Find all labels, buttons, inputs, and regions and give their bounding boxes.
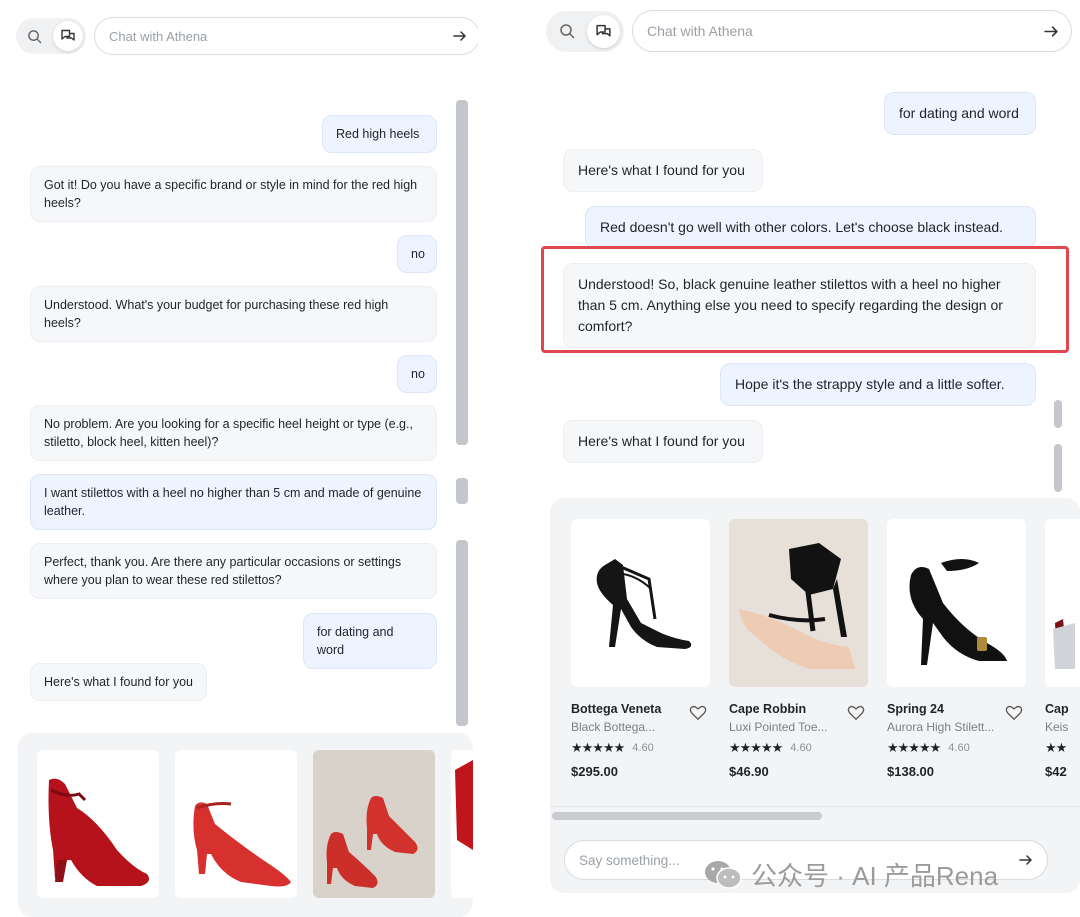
user-message: Red doesn't go well with other colors. L… [585,206,1036,249]
rating-value: 4.60 [948,742,970,754]
user-message: I want stilettos with a heel no higher t… [30,474,437,530]
product-rating: ★★ [1045,740,1080,756]
star-icon: ★★★★★ [887,740,941,755]
user-message: no [397,355,437,393]
product-card[interactable] [1045,519,1080,687]
product-price: $42 [1045,764,1067,779]
product-price: $295.00 [571,764,618,779]
product-price: $138.00 [887,764,934,779]
scrollbar-thumb[interactable] [456,478,468,504]
scrollbar-thumb[interactable] [456,100,468,445]
bot-message: Here's what I found for you [563,149,763,192]
product-rating: ★★★★★ 4.60 [887,740,1026,756]
right-chat-panel: for dating and word Here's what I found … [540,0,1080,917]
product-name: Luxi Pointed Toe... [729,720,828,734]
product-card[interactable] [313,750,435,898]
scrollbar-thumb[interactable] [456,540,468,726]
rating-value: 4.60 [790,742,812,754]
product-image [455,760,473,850]
product-rating: ★★★★★ 4.60 [571,740,710,756]
product-image [909,559,1007,665]
rating-value: 4.60 [632,742,654,754]
user-message: no [397,235,437,273]
watermark-text: 公众号 · AI 产品Rena [751,861,999,891]
scrollbar-thumb[interactable] [1054,444,1062,492]
product-name: Black Bottega... [571,720,656,734]
star-icon: ★★★★★ [729,740,783,755]
product-price: $46.90 [729,764,769,779]
bot-message: No problem. Are you looking for a specif… [30,405,437,461]
product-image [729,519,868,687]
divider [550,806,1080,807]
product-image [313,750,435,898]
horizontal-scrollbar-thumb[interactable] [552,812,822,820]
user-message: for dating and word [884,92,1036,135]
highlight-box [541,246,1069,353]
product-card[interactable] [175,750,297,898]
product-rating: ★★★★★ 4.60 [729,740,868,756]
product-card[interactable] [729,519,868,687]
bot-message: Perfect, thank you. Are there any partic… [30,543,437,599]
wechat-icon [705,860,742,889]
product-image [596,559,692,649]
left-chat-panel: Red high heels Got it! Do you have a spe… [0,0,478,917]
star-icon: ★★ [1045,740,1067,755]
product-card[interactable] [37,750,159,898]
watermark: 公众号 · AI 产品Rena [703,856,998,893]
product-name: Keis [1045,720,1069,734]
heart-icon[interactable] [847,704,865,722]
product-card[interactable] [887,519,1026,687]
product-brand: Cap [1045,702,1069,716]
star-icon: ★★★★★ [571,740,625,755]
bot-message: Here's what I found for you [563,420,763,463]
product-carousel: Bottega Veneta Black Bottega... ★★★★★ 4.6… [550,498,1080,893]
scrollbar-thumb[interactable] [1054,400,1062,428]
user-message: Hope it's the strappy style and a little… [720,363,1036,406]
product-info: Cap Keis ★★ $42 [1045,702,1080,779]
product-image [193,802,291,887]
heart-icon[interactable] [689,704,707,722]
product-carousel [18,733,473,917]
product-card[interactable] [451,750,473,898]
bot-message: Understood. What's your budget for purch… [30,286,437,342]
user-message: Red high heels [322,115,437,153]
product-card[interactable] [571,519,710,687]
bot-message: Got it! Do you have a specific brand or … [30,166,437,222]
send-arrow-icon[interactable] [1019,853,1033,867]
product-image [1053,619,1075,669]
product-image [48,778,149,886]
heart-icon[interactable] [1005,704,1023,722]
user-message: for dating and word [303,613,437,669]
bot-message: Here's what I found for you [30,663,207,701]
product-name: Aurora High Stilett... [887,720,995,734]
